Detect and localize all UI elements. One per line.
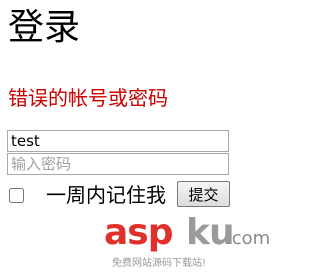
remember-me-label: 一周内记住我 [46, 183, 166, 207]
submit-button[interactable]: 提交 [177, 181, 230, 207]
username-input[interactable] [7, 130, 229, 152]
watermark-asp: asp [104, 212, 173, 253]
watermark-com: .com [226, 228, 271, 249]
password-input[interactable] [7, 153, 229, 175]
remember-me-row: 一周内记住我 [9, 180, 166, 210]
remember-me-checkbox[interactable] [9, 187, 24, 203]
watermark-logo: asp ku .com 免费网站源码下载站! [104, 212, 271, 269]
page-title: 登录 [8, 7, 81, 48]
watermark-tagline: 免费网站源码下载站! [112, 258, 207, 269]
error-message: 错误的帐号或密码 [8, 86, 168, 110]
